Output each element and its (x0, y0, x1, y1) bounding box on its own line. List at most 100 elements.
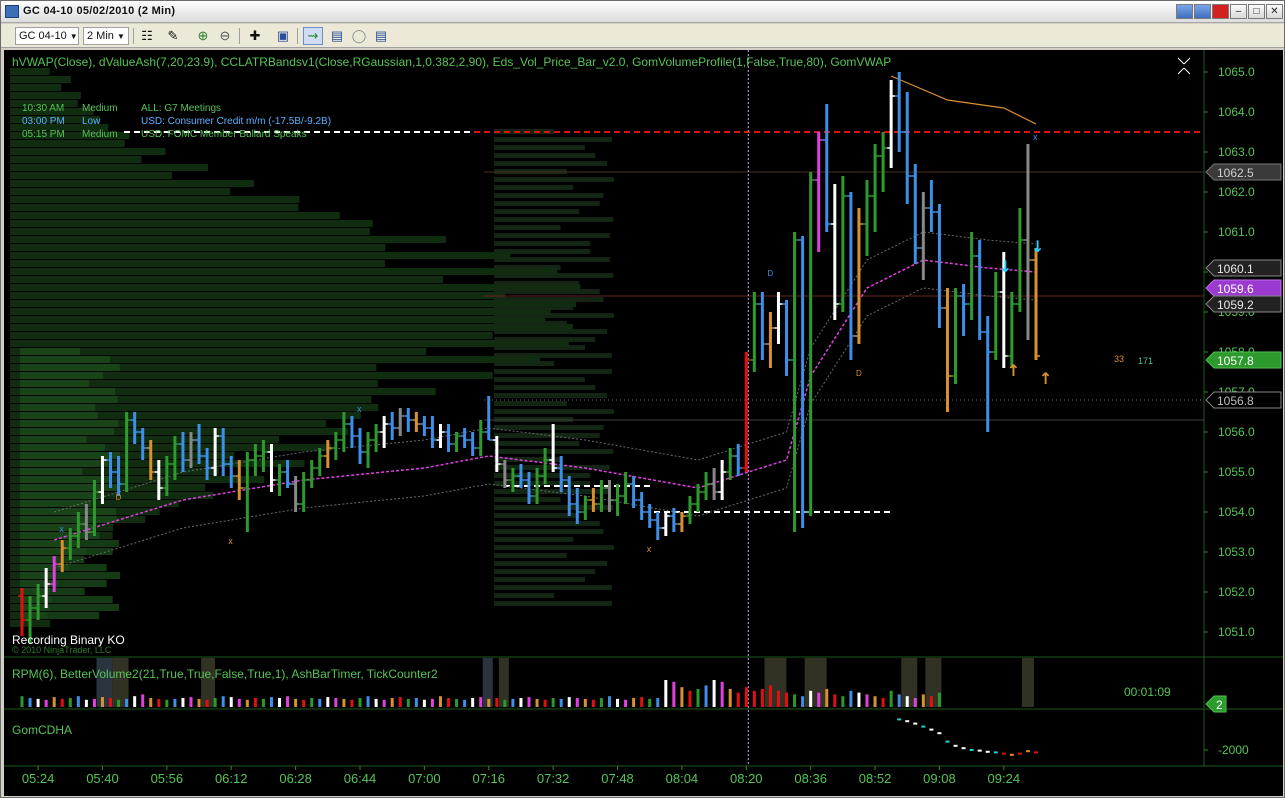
volume-bar (567, 697, 571, 707)
cdha-mark (897, 718, 902, 721)
properties-icon[interactable]: ▣ (273, 27, 293, 45)
volume-bar (656, 698, 660, 707)
volume-profile-row (494, 193, 604, 198)
volume-zone-highlight (804, 658, 827, 707)
volume-profile-row (10, 260, 386, 267)
volume-bar (632, 698, 636, 707)
arrow-up-signal-icon: ↑ (1039, 369, 1052, 388)
volume-profile-row (20, 372, 104, 379)
x-signal-marker: x (228, 536, 233, 546)
price-axis-label: 1065.0 (1218, 65, 1255, 79)
volume-profile-row (10, 316, 546, 323)
volume-bar (768, 685, 772, 707)
ninjatrader-app-icon (5, 5, 19, 18)
close-icon[interactable]: ✕ (1266, 4, 1283, 19)
zoom-out-icon[interactable]: ⊖ (215, 27, 235, 45)
volume-profile-row (494, 361, 555, 366)
volume-bar (801, 696, 805, 707)
volume-profile-row (494, 497, 561, 502)
chart-drawing[interactable]: x x x x x D D D ↓ ↓ ↑ ↑ 1065.0 1064.0 1063.0 1062.0 1061… (4, 50, 1283, 796)
time-axis-label: 09:08 (923, 771, 956, 786)
alert-icon[interactable] (1212, 4, 1229, 19)
time-axis-label: 08:36 (794, 771, 827, 786)
volume-profile-row (20, 460, 109, 467)
price-flag-label: 1059.2 (1217, 298, 1254, 312)
price-axis-label: 1063.0 (1218, 145, 1255, 159)
volume-bar (60, 698, 64, 707)
volume-bar (326, 697, 330, 707)
minimize-icon[interactable]: – (1230, 4, 1247, 19)
instrument-selector[interactable]: GC 04-10 ▼ (15, 27, 79, 45)
volume-bar (342, 698, 346, 707)
cdha-mark (993, 751, 998, 754)
volume-profile-row (494, 521, 600, 526)
volume-bar (672, 681, 676, 707)
volume-bar (575, 698, 579, 707)
strategy-icon[interactable]: ⇝ (303, 27, 323, 45)
volume-panel-indicator-label: RPM(6), BetterVolume2(21,True,True,False… (12, 667, 438, 681)
volume-profile-row (494, 585, 612, 590)
crosshair-icon[interactable]: ✚ (245, 27, 265, 45)
x-signal-marker: x (647, 544, 652, 554)
volume-bar (197, 698, 201, 707)
price-axis-label: 1061.0 (1218, 225, 1255, 239)
volume-bar (744, 687, 748, 707)
volume-profile-row (494, 273, 614, 278)
volume-profile-row (10, 228, 370, 235)
volume-bar (591, 699, 595, 707)
volume-profile-row (494, 529, 604, 534)
volume-bar (157, 698, 161, 707)
volume-bar (165, 699, 169, 707)
link-instrument-icon[interactable] (1194, 4, 1211, 19)
volume-profile-row (20, 572, 120, 579)
volume-profile-row (494, 257, 610, 262)
chart-style-icon[interactable]: ▤ (327, 27, 347, 45)
volume-bar (519, 698, 523, 707)
volume-bar (350, 699, 354, 707)
volume-bar (92, 698, 96, 707)
interval-selector[interactable]: 2 Min ▼ (83, 27, 129, 45)
volume-profile-row (10, 340, 569, 347)
volume-bar (52, 697, 56, 707)
x-signal-marker: x (1033, 132, 1038, 142)
time-axis-label: 07:16 (472, 771, 505, 786)
volume-bar (905, 696, 909, 707)
volume-profile-row (20, 516, 117, 523)
volume-profile-row (10, 188, 231, 195)
volume-bar (245, 699, 249, 707)
volume-bar (269, 697, 273, 707)
draw-pencil-icon[interactable]: ✎ (163, 27, 183, 45)
volume-bar (607, 696, 611, 707)
title-bar[interactable]: GC 04-10 05/02/2010 (2 Min) – □ ✕ (1, 1, 1284, 23)
volume-bar (752, 690, 756, 707)
time-axis-label: 05:40 (86, 771, 119, 786)
bar-type-icon[interactable]: ☷ (137, 27, 157, 45)
volume-bar (366, 696, 370, 707)
data-box-icon[interactable]: ◯ (349, 27, 369, 45)
volume-bar (133, 696, 137, 707)
volume-bar (382, 699, 386, 707)
link-color-icon[interactable] (1176, 4, 1193, 19)
volume-bar (760, 689, 764, 707)
volume-bar (286, 696, 290, 707)
time-axis-label: 07:48 (601, 771, 634, 786)
volume-profile-row (20, 356, 110, 363)
time-axis-label: 06:12 (215, 771, 248, 786)
volume-bar (825, 689, 829, 707)
chart-canvas[interactable]: x x x x x D D D ↓ ↓ ↑ ↑ 1065.0 1064.0 1063.0 1062.0 1061… (4, 50, 1283, 796)
volume-bar (841, 696, 845, 707)
volume-profile-row (10, 300, 576, 307)
volume-profile-row (10, 164, 208, 171)
price-marker-icon[interactable]: ▤ (371, 27, 391, 45)
volume-bar (318, 698, 322, 707)
volume-profile-row (494, 401, 567, 406)
restore-icon[interactable]: □ (1248, 4, 1265, 19)
volume-bar (543, 699, 547, 707)
zoom-in-icon[interactable]: ⊕ (193, 27, 213, 45)
volume-profile-row (494, 385, 596, 390)
cdha-mark (969, 749, 974, 751)
arrow-down-signal-icon: ↓ (1031, 237, 1044, 256)
volume-profile-row (20, 596, 113, 603)
volume-profile-row (10, 68, 50, 75)
price-axis-label: 1052.0 (1218, 585, 1255, 599)
